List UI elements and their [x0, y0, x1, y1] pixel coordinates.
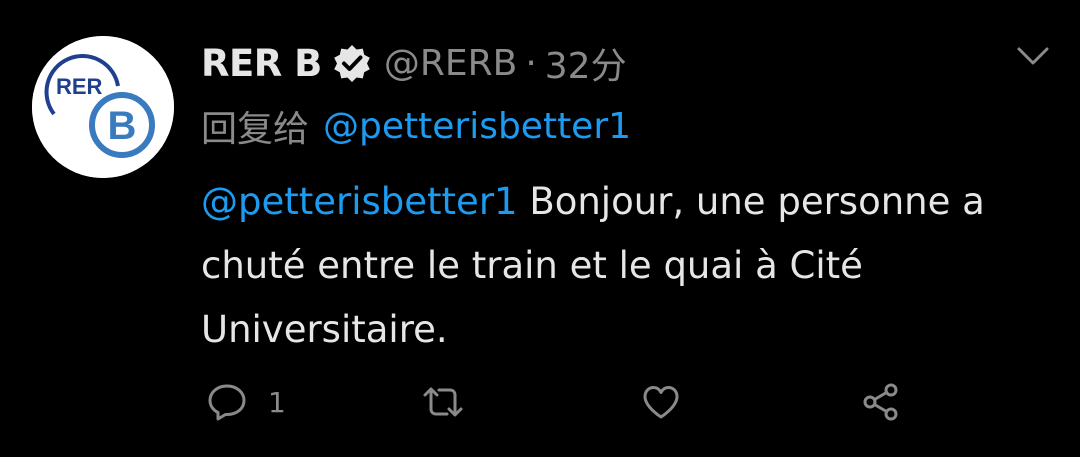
tweet-timestamp[interactable]: 32分 — [545, 37, 627, 89]
reply-prefix: 回复给 — [201, 109, 310, 150]
reply-to-mention-link[interactable]: @petterisbetter1 — [323, 106, 631, 147]
like-button[interactable] — [640, 378, 702, 426]
body-mention-link[interactable]: @petterisbetter1 — [201, 180, 518, 223]
reply-context: 回复给 @petterisbetter1 — [201, 100, 1051, 152]
share-icon — [860, 381, 902, 423]
author-display-name[interactable]: RER B — [201, 42, 322, 85]
separator-dot: · — [525, 42, 537, 84]
tweet-body: @petterisbetter1 Bonjour, une personne a… — [201, 170, 1051, 362]
reply-button[interactable]: 1 — [206, 378, 286, 426]
rer-b-logo-icon: RER B — [32, 36, 174, 178]
reply-icon — [206, 381, 248, 423]
share-button[interactable] — [860, 378, 922, 426]
reply-count: 1 — [268, 385, 286, 419]
tweet[interactable]: RER B RER B @RERB · 32分 回复给 @petterisbet… — [0, 0, 1080, 457]
verified-badge-icon — [332, 43, 372, 83]
retweet-button[interactable] — [422, 378, 484, 426]
logo-text-rer: RER — [56, 74, 103, 99]
action-bar: 1 — [200, 378, 960, 426]
avatar[interactable]: RER B — [32, 36, 174, 178]
tweet-content: RER B @RERB · 32分 回复给 @petterisbetter1 @… — [201, 36, 1051, 362]
retweet-icon — [422, 381, 464, 423]
heart-icon — [640, 381, 682, 423]
author-handle[interactable]: @RERB — [384, 43, 517, 84]
logo-text-b: B — [108, 104, 137, 148]
tweet-header: RER B @RERB · 32分 — [201, 36, 1051, 90]
